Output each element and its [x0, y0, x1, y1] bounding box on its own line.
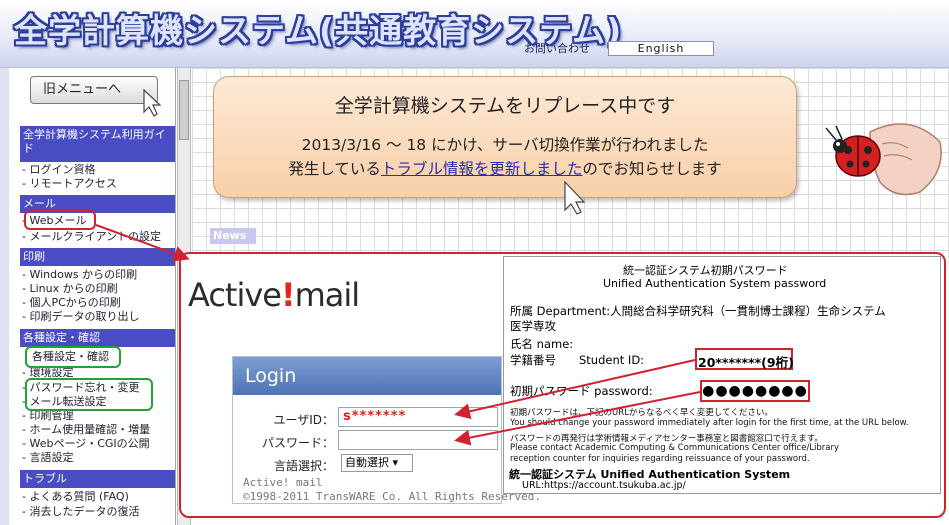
- initial-password-value: ●●●●●●●●: [700, 380, 810, 402]
- webmail-highlight: [24, 210, 96, 230]
- card-subtitle: Unified Authentication System password: [603, 277, 827, 290]
- name-line: 氏名 name:: [510, 337, 574, 351]
- scrollbar-thumb[interactable]: [179, 80, 189, 140]
- department-line-2: 医学専攻: [510, 319, 556, 333]
- password-label: パスワード：: [261, 436, 334, 450]
- settings-highlight: [25, 346, 121, 368]
- password-input[interactable]: [338, 430, 498, 450]
- card-note-4: Please contact Academic Computing & Comm…: [510, 443, 840, 453]
- student-id-value: 20*******(9桁): [698, 355, 794, 370]
- nav-section-trouble: トラブル: [20, 470, 175, 488]
- nav-item-language[interactable]: - 言語設定: [22, 451, 175, 464]
- card-title: 統一認証システム初期パスワード: [623, 264, 788, 277]
- nav-item-print-windows[interactable]: - Windows からの印刷: [22, 268, 175, 281]
- userid-input[interactable]: s*******: [338, 407, 498, 427]
- announcement-bubble: 全学計算機システムをリプレース中です 2013/3/16 ～ 18 にかけ、サー…: [213, 76, 797, 198]
- password-highlight: [25, 378, 153, 411]
- nav-section-settings: 各種設定・確認: [20, 329, 175, 347]
- announcement-line1: 2013/3/16 ～ 18 にかけ、サーバ切換作業が行われました: [301, 136, 709, 154]
- userid-label: ユーザID：: [273, 413, 334, 427]
- student-id-label: 学籍番号 Student ID:: [510, 353, 645, 367]
- language-select[interactable]: 自動選択 ▾: [341, 454, 413, 472]
- nav-section-guide: 全学計算機システム利用ガイド: [20, 126, 175, 162]
- trouble-info-link[interactable]: トラブル情報を更新しました: [381, 160, 583, 178]
- nav-item-faq[interactable]: - よくある質問 (FAQ): [22, 490, 175, 503]
- nav-item-web-cgi[interactable]: - Webページ・CGIの公開: [22, 437, 175, 450]
- activemail-logo: Active!mail: [188, 276, 360, 314]
- nav-item-print-pc[interactable]: - 個人PCからの印刷: [22, 296, 175, 309]
- ladybug-mouse-illustration: [825, 123, 942, 196]
- news-tab[interactable]: News: [210, 228, 256, 244]
- copyright: ©1998-2011 TransWARE Co. All Rights Rese…: [243, 490, 542, 503]
- department-line: 所属 Department:人間総合科学研究科（一貫制博士課程）生命システム: [510, 304, 886, 318]
- announcement-title: 全学計算機システムをリプレース中です: [334, 95, 676, 117]
- old-menu-button[interactable]: 旧メニューへ: [30, 76, 158, 104]
- card-note-5: reception counter for inquiries regardin…: [510, 454, 810, 464]
- nav-item-home-usage[interactable]: - ホーム使用量確認・増量: [22, 423, 175, 436]
- product-name: Active! mail: [243, 476, 323, 489]
- chevron-down-icon: ▾: [392, 456, 399, 469]
- contact-link[interactable]: お問い合わせ: [524, 40, 590, 56]
- english-link[interactable]: English: [608, 41, 714, 56]
- nav-item-restore-data[interactable]: - 消去したデータの復活: [22, 505, 175, 518]
- nav-item-login-eligibility[interactable]: - ログイン資格: [22, 163, 175, 176]
- nav-item-print-linux[interactable]: - Linux からの印刷: [22, 282, 175, 295]
- nav-item-mail-client[interactable]: - メールクライアントの設定: [22, 230, 175, 243]
- nav-item-print-retrieve[interactable]: - 印刷データの取り出し: [22, 310, 175, 323]
- nav-section-print: 印刷: [20, 248, 175, 266]
- system-url[interactable]: URL:https://account.tsukuba.ac.jp/: [522, 480, 686, 491]
- login-title: Login: [233, 357, 501, 395]
- announcement-line2: 発生しているトラブル情報を更新しましたのでお知らせします: [288, 160, 722, 178]
- initial-password-label: 初期パスワード password:: [510, 384, 653, 398]
- sidebar-band: [0, 68, 9, 525]
- card-note-2: You should change your password immediat…: [510, 418, 909, 428]
- language-label: 言語選択：: [273, 459, 334, 473]
- nav-item-remote-access[interactable]: - リモートアクセス: [22, 177, 175, 190]
- card-note-1: 初期パスワードは、下記のURLからなるべく早く変更してください。: [510, 408, 773, 418]
